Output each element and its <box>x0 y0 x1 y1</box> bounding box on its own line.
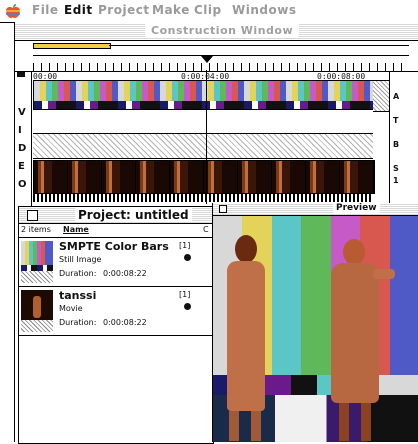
item-duration-tanssi: 0:00:08:22 <box>103 318 147 327</box>
project-title-bar[interactable]: Project: untitled <box>19 207 213 224</box>
item-duration-label-smpte: Duration: <box>59 269 97 278</box>
item-kind-tanssi: Movie <box>59 304 83 313</box>
playhead-marker-icon[interactable] <box>201 56 213 63</box>
menu-make[interactable]: Make <box>152 3 190 17</box>
track-label-t: T <box>393 116 399 125</box>
project-close-box[interactable] <box>27 210 38 221</box>
track-s1-clip-tanssi[interactable] <box>33 160 375 194</box>
preview-title-bar[interactable]: Preview <box>213 203 418 216</box>
track-label-a: A <box>393 92 400 101</box>
menu-bar: File Edit Project Make Clip Windows <box>0 0 418 23</box>
project-title: Project: untitled <box>75 208 192 222</box>
tanssi-thumbnail <box>21 290 53 332</box>
track-t-transition[interactable] <box>33 111 373 134</box>
video-letter-d: D <box>18 143 27 154</box>
item-name-smpte: SMPTE Color Bars <box>59 240 169 253</box>
video-letter-i: I <box>18 125 22 136</box>
video-letter-e: E <box>18 161 25 172</box>
track-s1-marker-strip <box>33 194 373 202</box>
project-item-smpte[interactable]: SMPTE Color Bars [1] Still Image Duratio… <box>19 238 213 287</box>
item-marker-icon <box>184 254 191 261</box>
construction-title-bar[interactable]: Construction Window <box>15 23 418 41</box>
construction-window-title: Construction Window <box>145 24 300 37</box>
timeline-ruler[interactable] <box>15 41 418 72</box>
preview-window: Preview <box>212 203 418 442</box>
project-window: Project: untitled 2 items Name C SMPTE C… <box>18 206 214 444</box>
track-a-clip-color-bars[interactable] <box>33 80 375 110</box>
track-label-b: B <box>393 140 400 149</box>
project-items-count: 2 items <box>21 225 51 234</box>
menu-clip[interactable]: Clip <box>194 3 222 17</box>
color-bars-frames <box>34 81 374 101</box>
item-count-tanssi: [1] <box>179 290 191 299</box>
playhead-line <box>206 70 207 204</box>
project-item-tanssi[interactable]: tanssi [1] Movie Duration: 0:00:08:22 <box>19 287 213 336</box>
item-duration-label-tanssi: Duration: <box>59 318 97 327</box>
preview-dancer-right <box>329 239 395 441</box>
column-header-c[interactable]: C <box>203 225 209 234</box>
item-kind-smpte: Still Image <box>59 255 102 264</box>
preview-dancer-left <box>223 235 265 441</box>
item-marker-icon <box>184 303 191 310</box>
smpte-thumbnail <box>21 241 53 283</box>
item-duration-smpte: 0:00:08:22 <box>103 269 147 278</box>
work-area-bar[interactable] <box>33 43 111 49</box>
column-header-name[interactable]: Name <box>63 225 89 234</box>
color-bars-bottom <box>34 101 374 109</box>
menu-windows[interactable]: Windows <box>232 3 296 17</box>
item-name-tanssi: tanssi <box>59 289 97 302</box>
apple-logo-icon[interactable] <box>4 3 22 19</box>
preview-title: Preview <box>333 203 380 213</box>
item-count-smpte: [1] <box>179 241 191 250</box>
preview-close-box[interactable] <box>219 205 227 213</box>
menu-file[interactable]: File <box>32 3 59 17</box>
menu-edit[interactable]: Edit <box>64 3 93 17</box>
ruler-ticks <box>33 63 409 71</box>
track-label-s: S <box>393 164 399 173</box>
menu-project[interactable]: Project <box>98 3 150 17</box>
video-letter-v: V <box>18 107 26 118</box>
video-letter-o: O <box>18 179 27 190</box>
track-b-empty[interactable] <box>33 134 373 159</box>
track-label-1: 1 <box>393 176 399 185</box>
